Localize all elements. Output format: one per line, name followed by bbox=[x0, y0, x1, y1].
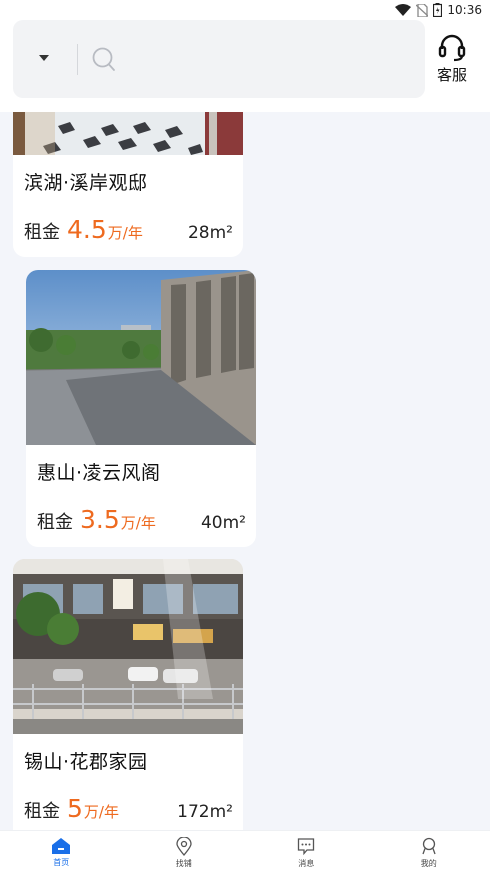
status-bar: 10:36 bbox=[0, 0, 490, 20]
price-value: 4.5 bbox=[67, 215, 107, 244]
battery-icon bbox=[433, 3, 443, 17]
nav-item-find-shop[interactable]: 找铺 bbox=[123, 831, 246, 872]
listing-area: 28m² bbox=[187, 223, 233, 243]
search-divider bbox=[77, 44, 78, 75]
headset-icon bbox=[438, 34, 466, 62]
location-pin-icon bbox=[176, 837, 192, 856]
price-unit: 万/年 bbox=[107, 224, 143, 242]
price-value: 5 bbox=[67, 794, 83, 823]
listing-photo bbox=[26, 270, 256, 445]
header: 客服 bbox=[0, 20, 490, 112]
nav-label: 首页 bbox=[53, 858, 70, 867]
nav-label: 找铺 bbox=[175, 859, 192, 868]
user-icon bbox=[422, 837, 436, 855]
price-label: 租金 bbox=[24, 801, 60, 822]
search-input[interactable] bbox=[123, 40, 413, 78]
nav-label: 消息 bbox=[298, 859, 315, 868]
status-time: 10:36 bbox=[447, 3, 482, 17]
listing-photo bbox=[13, 559, 243, 734]
listing-area: 172m² bbox=[177, 802, 233, 822]
listing-price-row: 租金 4.5 万/年 28m² bbox=[24, 215, 233, 245]
search-icon[interactable] bbox=[92, 47, 116, 76]
price-value: 3.5 bbox=[80, 505, 120, 534]
listing-title: 滨湖·溪岸观邸 bbox=[24, 172, 148, 194]
nav-label: 我的 bbox=[420, 859, 437, 868]
price-label: 租金 bbox=[24, 222, 60, 243]
listing-card[interactable]: 惠山·凌云风阁 租金 3.5 万/年 40m² bbox=[26, 270, 256, 547]
customer-service-button[interactable]: 客服 bbox=[430, 32, 474, 88]
listing-area: 40m² bbox=[200, 513, 246, 533]
listing-price-row: 租金 5 万/年 172m² bbox=[24, 794, 233, 824]
home-icon bbox=[52, 838, 71, 854]
message-icon bbox=[298, 838, 315, 856]
customer-service-label: 客服 bbox=[436, 66, 467, 84]
bottom-nav: 首页 找铺 消息 我的 bbox=[0, 830, 490, 872]
listing-photo bbox=[13, 112, 243, 155]
chevron-down-icon[interactable] bbox=[39, 55, 49, 61]
listing-card[interactable]: 锡山·花郡家园 租金 5 万/年 172m² bbox=[13, 559, 243, 834]
wifi-icon bbox=[395, 4, 412, 16]
nav-item-messages[interactable]: 消息 bbox=[245, 831, 368, 872]
listing-title: 惠山·凌云风阁 bbox=[37, 462, 161, 484]
price-label: 租金 bbox=[37, 512, 73, 533]
listing-title: 锡山·花郡家园 bbox=[24, 751, 148, 773]
nav-item-home[interactable]: 首页 bbox=[0, 831, 123, 872]
no-sim-icon bbox=[416, 3, 429, 17]
listing-card[interactable]: 滨湖·溪岸观邸 租金 4.5 万/年 28m² bbox=[13, 112, 243, 257]
search-bar[interactable] bbox=[13, 20, 425, 98]
listing-price-row: 租金 3.5 万/年 40m² bbox=[37, 505, 246, 535]
price-unit: 万/年 bbox=[120, 514, 156, 532]
nav-item-profile[interactable]: 我的 bbox=[368, 831, 490, 872]
price-unit: 万/年 bbox=[83, 803, 119, 821]
